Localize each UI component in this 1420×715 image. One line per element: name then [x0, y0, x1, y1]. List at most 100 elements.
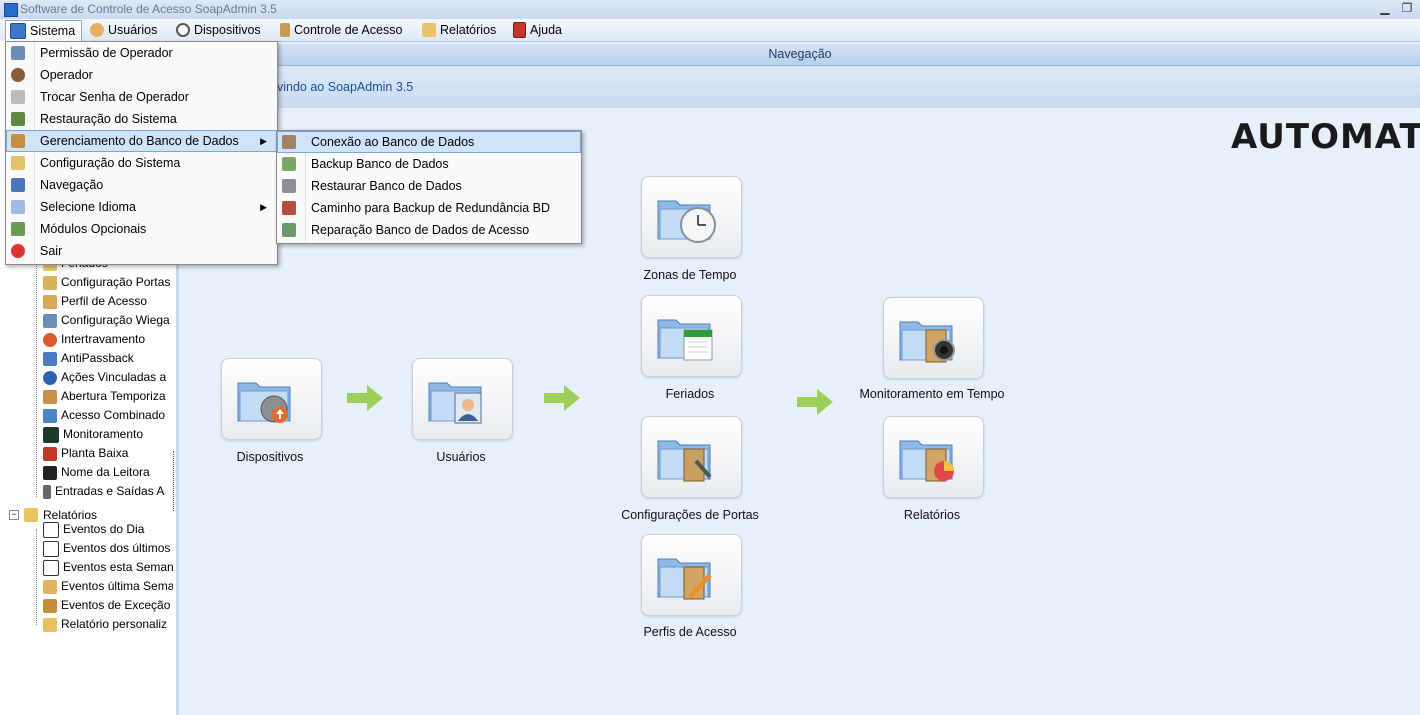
menu-item-configuracao[interactable]: Configuração do Sistema	[6, 152, 277, 174]
tree-item[interactable]: Monitoramento	[43, 425, 173, 444]
exit-icon	[11, 244, 25, 258]
tree-item[interactable]: Intertravamento	[43, 330, 173, 349]
minimize-button[interactable]: ▁	[1374, 0, 1396, 19]
operator-permission-icon	[11, 46, 25, 60]
menu-label: Sistema	[30, 24, 76, 38]
tile-dispositivos[interactable]	[221, 358, 322, 440]
menu-item-modulos[interactable]: Módulos Opcionais	[6, 218, 277, 240]
tile-feriados[interactable]	[641, 295, 742, 377]
menu-item-sair[interactable]: Sair	[6, 240, 277, 262]
menu-item-idioma[interactable]: Selecione Idioma ▶	[6, 196, 277, 218]
tree-item[interactable]: Planta Baixa	[43, 444, 173, 463]
tile-monitoramento[interactable]	[883, 297, 984, 379]
floor-plan-icon	[43, 446, 57, 461]
tree-item[interactable]: Eventos dos últimos	[43, 539, 173, 558]
menu-item-conexao-bd[interactable]: Conexão ao Banco de Dados	[277, 131, 581, 153]
monitor-screen-icon	[43, 426, 59, 443]
tile-perfis-acesso[interactable]	[641, 534, 742, 616]
tile-label: Perfis de Acesso	[643, 625, 737, 639]
db-backup-icon	[282, 157, 296, 171]
flow-arrow-icon	[347, 385, 383, 411]
operator-icon	[11, 68, 25, 82]
menu-label: Usuários	[108, 23, 158, 37]
folder-icon	[24, 507, 38, 522]
help-book-icon	[513, 22, 526, 38]
welcome-banner: vindo ao SoapAdmin 3.5	[180, 66, 1420, 109]
reports-icon	[422, 23, 436, 37]
tree-item[interactable]: Abertura Temporiza	[43, 387, 173, 406]
timed-open-icon	[43, 389, 57, 404]
tree-item[interactable]: AntiPassback	[43, 349, 173, 368]
door-wrench-icon	[657, 440, 712, 482]
report-week-icon	[43, 559, 59, 576]
tile-zonas-tempo[interactable]	[641, 176, 742, 258]
menu-item-restaurar-bd[interactable]: Restaurar Banco de Dados	[277, 175, 581, 197]
db-connection-icon	[282, 135, 296, 149]
tree-item[interactable]: Configuração Wiega	[43, 311, 173, 330]
tree-reports-list: Eventos do Dia Eventos dos últimos Event…	[43, 520, 173, 634]
tree-item[interactable]: Relatório personaliz	[43, 615, 173, 634]
tree-item[interactable]: Eventos esta Seman	[43, 558, 173, 577]
camera-icon	[899, 321, 955, 363]
modules-icon	[11, 222, 25, 236]
submenu-arrow-icon: ▶	[260, 136, 267, 146]
tile-relatorios[interactable]	[883, 416, 984, 498]
menu-label: Relatórios	[440, 23, 497, 37]
tile-label: Usuários	[436, 450, 486, 464]
window-title: Software de Controle de Acesso SoapAdmin…	[20, 2, 277, 16]
menu-item-caminho-backup[interactable]: Caminho para Backup de Redundância BD	[277, 197, 581, 219]
tree-item[interactable]: Nome da Leitora	[43, 463, 173, 482]
devices-gear-icon	[237, 382, 291, 423]
monitor-icon	[10, 23, 26, 39]
tree-item[interactable]: Ações Vinculadas a	[43, 368, 173, 387]
title-bar: Software de Controle de Acesso SoapAdmin…	[0, 0, 1420, 19]
menu-sistema[interactable]: Sistema	[5, 20, 83, 41]
tree-list: Feriados Configuração Portas Perfil de A…	[43, 254, 173, 501]
restore-icon	[11, 112, 25, 126]
reader-icon	[43, 465, 57, 480]
holiday-calendar-icon	[657, 319, 713, 361]
flow-arrow-icon	[797, 389, 833, 415]
menu-label: Controle de Acesso	[294, 23, 403, 37]
users-icon	[90, 23, 104, 37]
tree-item[interactable]: Perfil de Acesso	[43, 292, 173, 311]
menu-item-restauracao[interactable]: Restauração do Sistema	[6, 108, 277, 130]
tile-label: Configurações de Portas	[621, 508, 759, 522]
tree-item[interactable]: Configuração Portas	[43, 273, 173, 292]
tree-item[interactable]: Acesso Combinado	[43, 406, 173, 425]
tree-item[interactable]: Eventos do Dia	[43, 520, 173, 539]
menu-item-backup-bd[interactable]: Backup Banco de Dados	[277, 153, 581, 175]
menu-dispositivos[interactable]: Dispositivos	[172, 21, 267, 39]
flow-arrow-icon	[544, 385, 580, 411]
welcome-text: vindo ao SoapAdmin 3.5	[277, 80, 414, 94]
navigation-header: Navegação	[180, 44, 1420, 66]
report-last-week-icon	[43, 579, 57, 594]
access-icon	[280, 23, 290, 37]
tree-item[interactable]: Eventos última Sema	[43, 577, 173, 596]
restore-button[interactable]: ❐	[1396, 0, 1418, 19]
combined-access-icon	[43, 408, 57, 423]
menu-item-gerenciamento-bd[interactable]: Gerenciamento do Banco de Dados ▶	[6, 130, 277, 152]
antipassback-icon	[43, 351, 57, 366]
profile-pencil-icon	[657, 558, 712, 600]
menu-ajuda[interactable]: Ajuda	[509, 21, 568, 39]
database-icon	[11, 134, 25, 148]
menu-item-trocar-senha[interactable]: Trocar Senha de Operador	[6, 86, 277, 108]
tree-item[interactable]: Eventos de Exceção	[43, 596, 173, 615]
menu-usuarios[interactable]: Usuários	[86, 21, 163, 39]
menu-controle-acesso[interactable]: Controle de Acesso	[276, 21, 408, 39]
db-repair-icon	[282, 223, 296, 237]
wiegand-icon	[43, 313, 57, 328]
tile-config-portas[interactable]	[641, 416, 742, 498]
menu-label: Dispositivos	[194, 23, 261, 37]
menu-relatorios[interactable]: Relatórios	[418, 21, 502, 39]
collapse-icon[interactable]: −	[9, 509, 19, 520]
menu-item-operador[interactable]: Operador	[6, 64, 277, 86]
menu-item-navegacao[interactable]: Navegação	[6, 174, 277, 196]
tree-item[interactable]: Entradas e Saídas A	[43, 482, 173, 501]
menu-item-permissao-operador[interactable]: Permissão de Operador	[6, 42, 277, 64]
sistema-dropdown: Permissão de Operador Operador Trocar Se…	[5, 41, 278, 265]
menu-item-reparacao-bd[interactable]: Reparação Banco de Dados de Acesso	[277, 219, 581, 241]
app-icon	[4, 3, 18, 17]
tile-usuarios[interactable]	[412, 358, 513, 440]
